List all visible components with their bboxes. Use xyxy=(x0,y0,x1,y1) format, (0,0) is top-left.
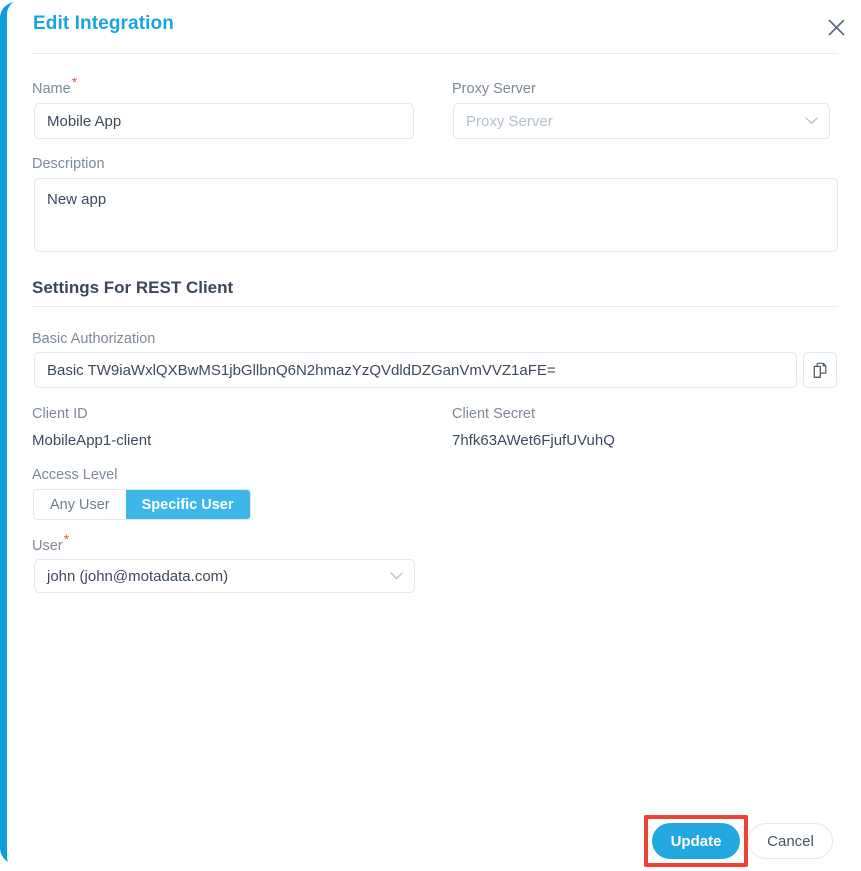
access-level-label: Access Level xyxy=(32,467,117,483)
client-secret-label-text: Client Secret xyxy=(452,406,535,422)
proxy-server-placeholder: Proxy Server xyxy=(466,113,553,130)
section-divider xyxy=(32,306,838,307)
user-select-value: john (john@motadata.com) xyxy=(47,568,228,585)
basic-authorization-value: Basic TW9iaWxlQXBwMS1jbGllbnQ6N2hmazYzQV… xyxy=(47,362,556,379)
name-input-value: Mobile App xyxy=(47,113,121,130)
client-id-value: MobileApp1-client xyxy=(32,432,151,449)
description-value: New app xyxy=(47,191,106,208)
access-level-segmented-control: Any User Specific User xyxy=(33,489,251,520)
update-button[interactable]: Update xyxy=(652,823,740,859)
proxy-server-select[interactable]: Proxy Server xyxy=(453,103,830,139)
close-icon[interactable] xyxy=(822,13,850,41)
section-title: Settings For REST Client xyxy=(32,278,233,298)
name-required-asterisk: * xyxy=(72,74,77,90)
client-secret-value: 7hfk63AWet6FjufUVuhQ xyxy=(452,432,615,449)
description-label: Description xyxy=(32,156,105,172)
dialog-header: Edit Integration xyxy=(25,0,854,53)
client-id-label-text: Client ID xyxy=(32,406,88,422)
name-input[interactable]: Mobile App xyxy=(34,103,414,139)
header-divider xyxy=(32,53,838,54)
basic-authorization-label-text: Basic Authorization xyxy=(32,331,155,347)
description-label-text: Description xyxy=(32,156,105,172)
basic-authorization-label: Basic Authorization xyxy=(32,331,155,347)
user-select[interactable]: john (john@motadata.com) xyxy=(34,559,415,593)
client-id-label: Client ID xyxy=(32,406,88,422)
user-label-text: User xyxy=(32,538,63,554)
chevron-down-icon xyxy=(390,572,403,580)
description-textarea[interactable]: New app xyxy=(34,178,838,252)
page-title: Edit Integration xyxy=(33,13,174,35)
user-required-asterisk: * xyxy=(64,531,69,547)
name-label-text: Name xyxy=(32,81,71,97)
proxy-server-label-text: Proxy Server xyxy=(452,81,536,97)
name-label: Name* xyxy=(32,81,77,97)
basic-authorization-input[interactable]: Basic TW9iaWxlQXBwMS1jbGllbnQ6N2hmazYzQV… xyxy=(34,352,797,388)
proxy-server-label: Proxy Server xyxy=(452,81,536,97)
user-label: User* xyxy=(32,538,69,554)
client-secret-label: Client Secret xyxy=(452,406,535,422)
access-level-label-text: Access Level xyxy=(32,467,117,483)
edit-integration-dialog: Edit Integration Name* Mobile App Proxy … xyxy=(0,0,861,871)
cancel-button[interactable]: Cancel xyxy=(748,823,833,859)
chevron-down-icon xyxy=(805,117,818,125)
copy-icon[interactable] xyxy=(803,352,837,388)
access-level-option-any-user[interactable]: Any User xyxy=(34,490,126,519)
access-level-option-specific-user[interactable]: Specific User xyxy=(126,490,250,519)
